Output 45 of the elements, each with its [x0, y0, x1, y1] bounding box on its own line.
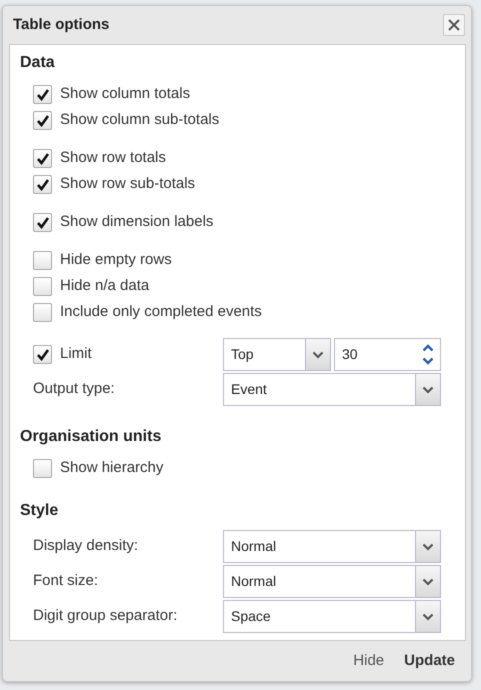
checkbox[interactable]: [33, 276, 52, 296]
update-button[interactable]: Update: [404, 650, 455, 672]
close-icon: [447, 18, 461, 32]
field-label: Output type:: [32, 379, 116, 400]
field-label: Font size:: [32, 571, 100, 592]
checkbox-label: Show column totals: [60, 84, 190, 104]
checkbox[interactable]: [33, 84, 52, 104]
arrow-down-icon[interactable]: [422, 357, 434, 365]
dropdown[interactable]: Space: [223, 600, 441, 633]
checkbox-label: Hide n/a data: [60, 276, 150, 296]
dropdown[interactable]: Normal: [223, 565, 441, 598]
checkbox-label: Include only completed events: [60, 302, 262, 322]
checkbox[interactable]: [33, 302, 52, 322]
dialog-title: Table options: [13, 14, 110, 35]
dropdown[interactable]: Event: [223, 373, 441, 406]
checkbox-label: Show row totals: [60, 148, 166, 168]
section-heading: Style: [20, 501, 60, 521]
chevron-down-icon: [422, 578, 434, 586]
chevron-down-icon: [312, 350, 324, 358]
arrow-up-icon[interactable]: [422, 344, 434, 352]
checkbox[interactable]: [33, 110, 52, 130]
hide-button[interactable]: Hide: [353, 650, 384, 672]
checkbox-label: Show row sub-totals: [60, 174, 196, 194]
checkbox[interactable]: [33, 345, 52, 364]
checkbox[interactable]: [33, 212, 52, 232]
chevron-down-icon: [422, 612, 434, 620]
checkbox-label: Show dimension labels: [60, 212, 214, 232]
checkbox-label: Limit: [60, 344, 92, 364]
checkbox[interactable]: [33, 174, 52, 194]
chevron-down-icon: [422, 386, 434, 394]
dropdown[interactable]: Top: [223, 338, 331, 371]
checkbox[interactable]: [33, 250, 52, 270]
checkbox[interactable]: [33, 148, 52, 168]
dropdown[interactable]: Normal: [223, 530, 441, 563]
field-label: Digit group separator:: [32, 606, 178, 626]
field-label: Display density:: [32, 536, 140, 556]
section-heading: Organisation units: [20, 427, 162, 447]
checkbox-label: Show hierarchy: [60, 458, 164, 478]
close-button[interactable]: [443, 14, 465, 36]
number-field[interactable]: 30: [334, 338, 441, 371]
checkbox[interactable]: [33, 458, 52, 478]
checkbox-label: Hide empty rows: [60, 250, 172, 270]
section-heading: Data: [20, 53, 56, 73]
chevron-down-icon: [422, 542, 434, 550]
checkbox-label: Show column sub-totals: [60, 110, 220, 130]
